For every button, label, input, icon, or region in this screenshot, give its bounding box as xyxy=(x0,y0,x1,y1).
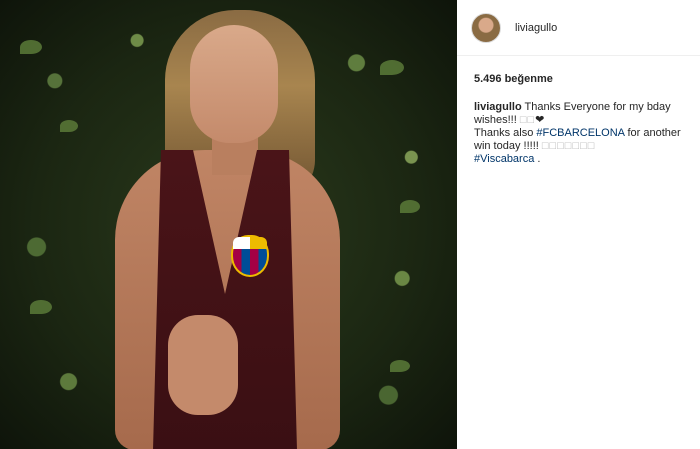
header-username[interactable]: liviagullo xyxy=(515,22,557,34)
foliage-leaf xyxy=(60,120,78,132)
foliage-leaf xyxy=(390,360,410,372)
person-hands xyxy=(168,315,238,415)
foliage-leaf xyxy=(20,40,42,54)
caption-end: . xyxy=(537,153,541,165)
person-face xyxy=(190,25,278,143)
caption-text-line2-prefix: Thanks also xyxy=(474,127,534,139)
fcb-crest-top xyxy=(233,237,267,249)
post-caption: liviagullo Thanks Everyone for my bday w… xyxy=(474,101,692,166)
post-photo[interactable] xyxy=(0,0,457,449)
foliage-leaf xyxy=(400,200,420,213)
caption-symbols: □□ xyxy=(519,114,536,126)
likes-count[interactable]: 5.496 beğenme xyxy=(474,73,553,85)
hashtag-viscabarca[interactable]: #Viscabarca xyxy=(474,153,534,165)
instagram-post: liviagullo 5.496 beğenme liviagullo Than… xyxy=(0,0,700,449)
avatar[interactable] xyxy=(471,12,501,43)
post-header: liviagullo xyxy=(457,0,700,56)
caption-username[interactable]: liviagullo xyxy=(474,101,522,113)
hashtag-fcbarcelona[interactable]: #FCBARCELONA xyxy=(536,127,624,139)
foliage-leaf xyxy=(30,300,52,314)
heart-icon: ❤ xyxy=(535,114,545,126)
caption-symbols-2: □□□□□□□ xyxy=(541,140,596,152)
post-sidebar: liviagullo 5.496 beğenme liviagullo Than… xyxy=(457,0,700,449)
foliage-leaf xyxy=(380,60,404,75)
